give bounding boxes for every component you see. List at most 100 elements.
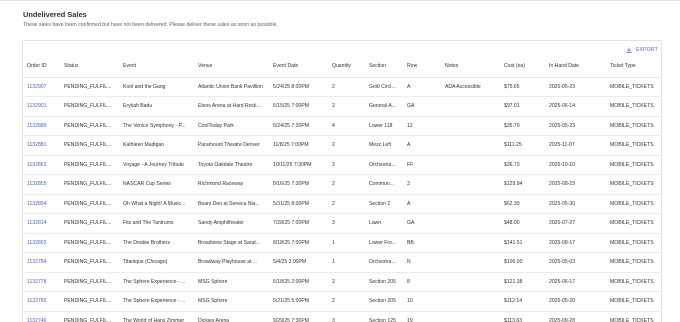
venue-cell: Richmond Raceway [194, 174, 269, 195]
cost-cell: $35.70 [500, 116, 545, 136]
row-cell: 12 [403, 116, 441, 136]
column-header-quantity[interactable]: Quantity [328, 56, 365, 78]
quantity-cell: 4 [328, 116, 365, 136]
ticket-type-cell: MOBILE_TICKETS [606, 213, 661, 234]
table-row[interactable]: 1132907 PENDING_FULFIL... Kool and the Gan… [23, 77, 661, 97]
table-row[interactable]: 1132778 PENDING_FULFIL... The Sphere Exper… [23, 272, 661, 292]
event-date-cell: 5/24/25 7:30PM [269, 116, 328, 136]
ticket-type-cell: MOBILE_TICKETS [606, 252, 661, 273]
ticket-type-cell: MOBILE_TICKETS [606, 155, 661, 175]
table-row[interactable]: 1132814 PENDING_FULFIL... Fitz and The Tan… [23, 213, 661, 234]
order-id-link[interactable]: 1132802 [23, 233, 60, 253]
ticket-type-cell: MOBILE_TICKETS [606, 96, 661, 117]
table-row[interactable]: 1132854 PENDING_FULFIL... Oh What a Night!… [23, 194, 661, 214]
event-cell: The Sphere Experience - ... [119, 272, 194, 292]
order-id-link[interactable]: 1132784 [23, 252, 60, 273]
quantity-cell: 2 [328, 135, 365, 156]
row-cell: GA [403, 213, 441, 234]
event-date-cell: 6/18/25 2:00PM [269, 272, 328, 292]
status-cell: PENDING_FULFIL... [60, 77, 119, 97]
table-row[interactable]: 1132802 PENDING_FULFIL... The Doobie Broth… [23, 233, 661, 253]
venue-cell: Atlantic Union Bank Pavillion [194, 77, 269, 97]
quantity-cell: 2 [328, 291, 365, 312]
sales-table-card: EXPORT Order ID Status Event Venue Event… [22, 40, 662, 322]
order-id-link[interactable]: 1132746 [23, 311, 60, 322]
event-cell: Voyage - A Journey Tribute [119, 155, 194, 175]
row-cell: FF [403, 155, 441, 175]
status-cell: PENDING_FULFIL... [60, 116, 119, 136]
order-id-link[interactable]: 1132854 [23, 194, 60, 214]
table-row[interactable]: 1132881 PENDING_FULFIL... Kathleen Madigan… [23, 135, 661, 156]
table-row[interactable]: 1132901 PENDING_FULFIL... Erykah Badu Etess… [23, 96, 661, 117]
export-button[interactable]: EXPORT [626, 47, 658, 53]
notes-cell [441, 291, 500, 312]
row-cell: 3 [403, 174, 441, 195]
order-id-link[interactable]: 1132814 [23, 213, 60, 234]
event-date-cell: 8/18/25 7:00PM [269, 233, 328, 253]
row-cell: 19 [403, 311, 441, 322]
quantity-cell: 2 [328, 194, 365, 214]
table-row[interactable]: 1132863 PENDING_FULFIL... Voyage - A Journ… [23, 155, 661, 175]
order-id-link[interactable]: 1132778 [23, 272, 60, 292]
column-header-event-date[interactable]: Event Date [269, 56, 328, 78]
in-hand-date-cell: 2025-05-20 [545, 291, 606, 312]
cost-cell: $111.25 [500, 135, 545, 156]
quantity-cell: 3 [328, 213, 365, 234]
table-row[interactable]: 1132784 PENDING_FULFIL... Titanique (Chica… [23, 252, 661, 273]
table-row[interactable]: 1132889 PENDING_FULFIL... The Venice Symph… [23, 116, 661, 136]
section-cell: Gold Circl... [365, 77, 403, 97]
section-cell: Mezz Left [365, 135, 403, 156]
column-header-venue[interactable]: Venue [194, 56, 269, 78]
venue-cell: Etess Arena at Hard Rock... [194, 96, 269, 117]
event-date-cell: 10/11/25 7:30PM [269, 155, 328, 175]
venue-cell: CoolToday Park [194, 116, 269, 136]
notes-cell [441, 96, 500, 117]
column-header-in-hand-date[interactable]: In Hand Date [545, 56, 606, 78]
quantity-cell: 2 [328, 96, 365, 117]
status-cell: PENDING_FULFIL... [60, 252, 119, 273]
order-id-link[interactable]: 1132855 [23, 174, 60, 195]
section-cell: Lower Fro... [365, 233, 403, 253]
row-cell: A [403, 194, 441, 214]
section-cell: Section 205 [365, 272, 403, 292]
notes-cell [441, 174, 500, 195]
cost-cell: $113.63 [500, 311, 545, 322]
column-header-order-id[interactable]: Order ID [23, 56, 60, 78]
column-header-cost[interactable]: Cost (ea) [500, 56, 545, 78]
cost-cell: $75.65 [500, 77, 545, 97]
column-header-notes[interactable]: Notes [441, 56, 500, 78]
order-id-link[interactable]: 1132889 [23, 116, 60, 136]
ticket-type-cell: MOBILE_TICKETS [606, 194, 661, 214]
in-hand-date-cell: 2025-07-27 [545, 213, 606, 234]
row-cell: A [403, 135, 441, 156]
event-cell: NASCAR Cup Series [119, 174, 194, 195]
event-date-cell: 7/28/25 7:00PM [269, 213, 328, 234]
notes-cell [441, 116, 500, 136]
venue-cell: MSG Sphere [194, 291, 269, 312]
column-header-row[interactable]: Row [403, 56, 441, 78]
cost-cell: $129.94 [500, 174, 545, 195]
table-row[interactable]: 1132855 PENDING_FULFIL... NASCAR Cup Serie… [23, 174, 661, 195]
status-cell: PENDING_FULFIL... [60, 155, 119, 175]
order-id-link[interactable]: 1132881 [23, 135, 60, 156]
event-cell: Kool and the Gang [119, 77, 194, 97]
status-cell: PENDING_FULFIL... [60, 96, 119, 117]
cost-cell: $62.30 [500, 194, 545, 214]
column-header-section[interactable]: Section [365, 56, 403, 78]
quantity-cell: 1 [328, 233, 365, 253]
event-cell: The Venice Symphony - P... [119, 116, 194, 136]
column-header-status[interactable]: Status [60, 56, 119, 78]
notes-cell [441, 252, 500, 273]
in-hand-date-cell: 2025-05-23 [545, 77, 606, 97]
in-hand-date-cell: 2025-05-23 [545, 116, 606, 136]
order-id-link[interactable]: 1132863 [23, 155, 60, 175]
table-row[interactable]: 1132746 PENDING_FULFIL... The World of Han… [23, 311, 661, 322]
notes-cell [441, 311, 500, 322]
event-cell: The World of Hans Zimmer [119, 311, 194, 322]
table-row[interactable]: 1132760 PENDING_FULFIL... The Sphere Exper… [23, 291, 661, 312]
column-header-event[interactable]: Event [119, 56, 194, 78]
column-header-ticket-type[interactable]: Ticket Type [606, 56, 661, 78]
order-id-link[interactable]: 1132760 [23, 291, 60, 312]
order-id-link[interactable]: 1132907 [23, 77, 60, 97]
order-id-link[interactable]: 1132901 [23, 96, 60, 117]
